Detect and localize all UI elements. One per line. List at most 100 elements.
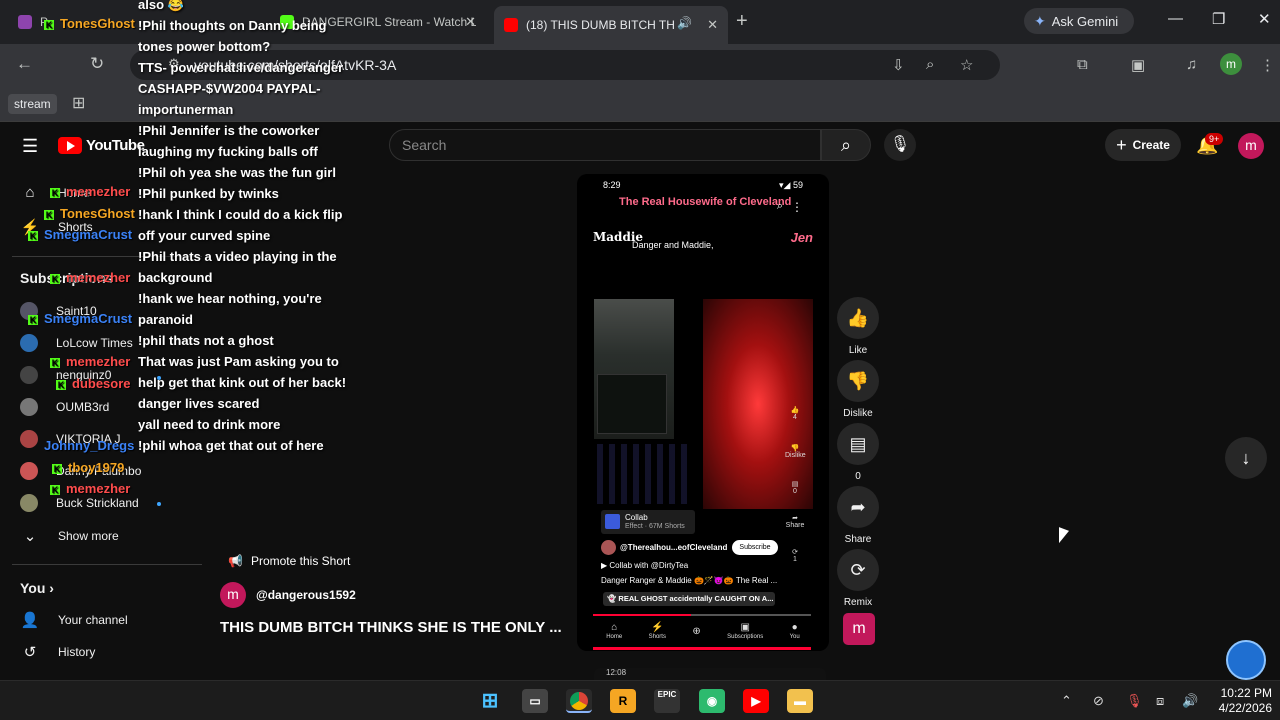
channel-avatar [20,494,38,512]
sidebar-item-history[interactable]: ↺ History [20,643,96,661]
ask-gemini-button[interactable]: ✦ Ask Gemini [1024,8,1134,34]
chrome-icon[interactable] [566,689,592,713]
thumbs-up-icon: 👍 [790,407,800,414]
epic-games-icon[interactable]: EPIC [654,689,680,713]
show-more-button[interactable]: ⌄ Show more [20,527,119,545]
hamburger-menu-icon[interactable]: ☰ [22,136,38,157]
short-video-player[interactable]: 8:29 ▾◢ 59 The Real Housewife of Clevela… [577,174,829,651]
more-icon: ⋮ [791,200,803,214]
youtube-play-icon [58,137,82,154]
system-clock[interactable]: 10:22 PM 4/22/2026 [1208,686,1272,716]
reload-icon[interactable]: ↻ [90,54,104,74]
close-tab-icon[interactable]: ✕ [707,17,718,33]
media-controls-icon[interactable]: ♫ [1186,56,1197,73]
windows-start-icon[interactable]: ⊞ [477,689,503,713]
task-view-icon[interactable]: ▭ [522,689,548,713]
close-window-icon[interactable]: ✕ [1258,10,1271,28]
remix-icon: ⟳ [837,549,879,591]
next-short-peek[interactable]: 12:08 [594,668,826,680]
rockstar-icon[interactable]: R [610,689,636,713]
channel-avatar-button[interactable]: m [843,613,875,645]
back-arrow-icon[interactable]: ← [16,54,33,74]
fingerprint-badge-icon[interactable] [1226,640,1266,680]
youtube-logo[interactable]: YouTube [58,137,145,154]
close-tab-icon[interactable]: ✕ [465,14,476,30]
zoom-icon[interactable]: ⌕ [926,56,934,73]
chat-username-text: memezher [66,481,131,496]
nav-label: You [789,634,800,640]
speaker-icon[interactable]: 🔊 [677,16,692,30]
inner-dislike-label: Dislike [785,452,806,459]
chat-line: !hank I think I could do a kick flip off… [138,207,343,243]
inner-comment-count: 0 [793,488,797,495]
sidebar-label: Buck Strickland [56,496,139,510]
youtube-favicon [504,18,518,32]
channel-avatar [20,334,38,352]
restore-icon[interactable]: ❐ [1212,10,1225,28]
search-button[interactable]: ⌕ [821,129,871,161]
share-icon: ➦ [837,486,879,528]
inner-like: 👍 4 [785,406,805,421]
person-icon: 👤 [20,612,40,629]
remix-button[interactable]: ⟳ Remix [834,549,882,608]
volume-icon[interactable]: 🔊 [1182,693,1198,709]
chevron-up-icon[interactable]: ⌃ [1061,693,1072,709]
chat-line: !Phil Jennifer is the coworker laughing … [138,123,320,159]
minimize-icon[interactable]: — [1168,10,1183,27]
apps-grid-icon[interactable]: ⊞ [72,93,85,113]
you-heading[interactable]: You › [20,580,54,596]
short-title[interactable]: THIS DUMB BITCH THINKS SHE IS THE ONLY .… [220,619,562,636]
like-button[interactable]: 👍 Like [834,297,882,356]
app-green-icon[interactable]: ◉ [699,689,725,713]
dislike-button[interactable]: 👎 Dislike [834,360,882,419]
network-off-icon[interactable]: ⊘ [1093,693,1104,709]
mic-icon[interactable]: 🎙 [1126,693,1143,709]
chat-line: !Phil punked by twinks [138,186,279,201]
inner-like-count: 4 [793,414,797,421]
sidebar-label: Your channel [58,613,128,627]
video-frame-right [703,299,813,509]
video-frame-text-strip [597,444,687,504]
sidebar-item-your-channel[interactable]: 👤 Your channel [20,611,128,629]
account-avatar[interactable]: m [1238,133,1264,159]
plus-icon: + [1116,134,1127,155]
promote-short-button[interactable]: 📢 Promote this Short [220,548,360,574]
inner-share-label: Share [785,522,805,529]
extensions-icon[interactable]: ⧉ [1077,56,1088,73]
star-bookmark-icon[interactable]: ☆ [960,56,973,74]
file-explorer-icon[interactable]: ▬ [787,689,813,713]
chat-username-text: tboy1979 [68,460,125,475]
channel-link[interactable]: m @dangerous1592 [220,582,356,608]
display-icon[interactable]: ⧈ [1156,693,1164,709]
shorts-icon: ⚡ [651,622,664,633]
install-icon[interactable]: ⇩ [892,56,905,74]
chat-line: !Phil thats a video playing in the backg… [138,249,337,285]
bookmark-stream[interactable]: stream [8,94,57,114]
inner-nav-subscriptions: ▣ Subscriptions [727,622,763,640]
create-button[interactable]: + Create [1105,129,1181,161]
profile-avatar[interactable]: m [1220,53,1242,75]
sidebar-subscription[interactable]: OUMB3rd [20,398,109,416]
tab-active[interactable]: (18) THIS DUMB BITCH THI 🔊 ✕ [494,6,728,44]
inner-nav-you: ● You [790,622,800,640]
new-tab-button[interactable]: + [736,10,748,33]
search-input[interactable]: Search [389,129,821,161]
sidebar-subscription[interactable]: LoLcow Times [20,334,133,352]
youtube-app-icon[interactable]: ▶ [743,689,769,713]
sidebar-divider [12,564,202,565]
next-short-button[interactable]: ↓ [1225,437,1267,479]
share-button[interactable]: ➦ Share [834,486,882,545]
kebab-menu-icon[interactable]: ⋮ [1260,56,1275,74]
thumbs-down-icon: 👎 [837,360,879,402]
chat-username: Kmemezher [50,354,130,369]
inner-nav-create: ⊕ [692,626,700,637]
inner-nav-bar: ⌂ Home ⚡ Shorts ⊕ ▣ Subscriptions ● You [593,618,813,644]
comment-icon: ▤ [791,481,799,488]
side-panel-icon[interactable]: ▣ [1131,56,1145,74]
search-icon: ⌕ [776,200,783,212]
create-label: Create [1132,138,1170,152]
comment-count: 0 [855,471,861,482]
voice-search-button[interactable]: 🎙 [884,129,916,161]
comments-button[interactable]: ▤ 0 [834,423,882,482]
sidebar-subscription[interactable]: Buck Strickland [20,494,139,512]
